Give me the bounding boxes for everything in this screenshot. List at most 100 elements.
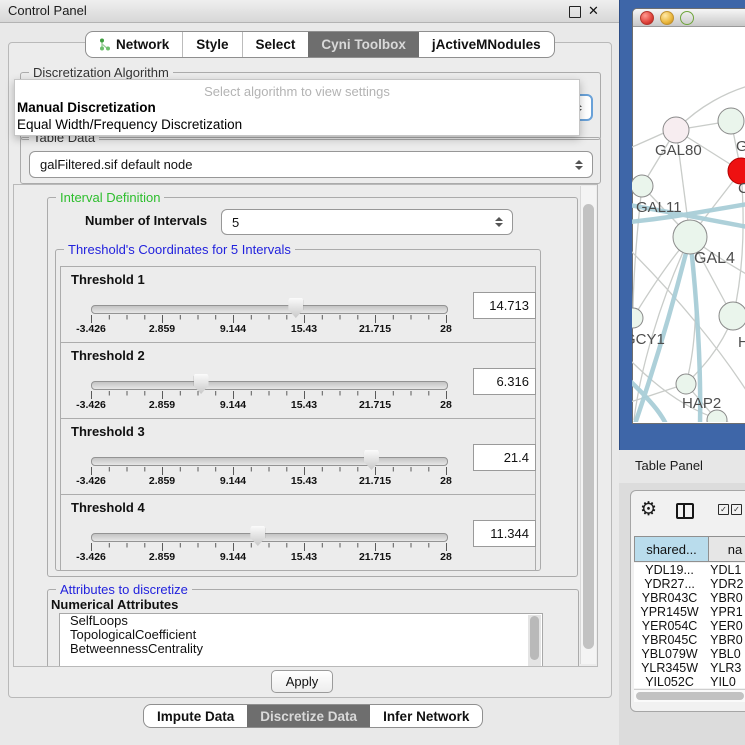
minimize-traffic-light-icon[interactable]	[660, 11, 674, 25]
table-data-group: Table Data galFiltered.sif default node	[20, 137, 601, 184]
tab-impute-data[interactable]: Impute Data	[144, 705, 247, 727]
threshold-value-field[interactable]: 21.4	[473, 444, 536, 471]
column-header-name[interactable]: na	[709, 536, 745, 562]
network-icon	[99, 38, 111, 51]
threshold-label: Threshold 1	[71, 272, 145, 287]
tab-cyni-toolbox[interactable]: Cyni Toolbox	[308, 32, 419, 57]
cell-name: YPR1	[705, 605, 745, 619]
table-row[interactable]: YLR345WYLR3	[634, 661, 745, 675]
slider-track[interactable]	[91, 533, 448, 542]
num-intervals-value: 5	[222, 215, 494, 230]
table-header-row: shared... na	[634, 536, 745, 562]
close-traffic-light-icon[interactable]	[640, 11, 654, 25]
attribute-items: SelfLoopsTopologicalCoefficientBetweenne…	[60, 614, 542, 655]
tick-label: -3.426	[76, 323, 106, 335]
tick-label: 9.144	[220, 551, 246, 563]
tab-discretize-data[interactable]: Discretize Data	[247, 705, 370, 727]
slider-ticks	[91, 391, 448, 400]
threshold-panel-1: Threshold 1-3.4262.8599.14415.4321.71528…	[60, 266, 536, 343]
thresholds-group: Threshold's Coordinates for 5 Intervals …	[55, 249, 541, 571]
slider-ticks	[91, 467, 448, 476]
attribute-item-betweennesscentrality[interactable]: BetweennessCentrality	[60, 642, 542, 656]
attribute-item-topologicalcoefficient[interactable]: TopologicalCoefficient	[60, 628, 542, 642]
cell-shared-name: YDL19...	[634, 563, 705, 577]
dropdown-option-equal-width-frequency-discretization[interactable]: Equal Width/Frequency Discretization	[15, 116, 579, 133]
cell-shared-name: YDR27...	[634, 577, 705, 591]
tab-label: Cyni Toolbox	[321, 37, 406, 52]
table-hscrollbar-thumb[interactable]	[636, 692, 744, 700]
network-node-gcy1[interactable]	[632, 308, 643, 328]
threshold-value-field[interactable]: 14.713	[473, 292, 536, 319]
network-node-gal80[interactable]	[663, 117, 689, 143]
cell-name: YIL0	[705, 675, 745, 688]
tab-style[interactable]: Style	[182, 32, 241, 57]
split-columns-icon[interactable]	[676, 503, 694, 519]
cell-name: YDL1	[705, 563, 745, 577]
table-row[interactable]: YER054CYER0	[634, 619, 745, 633]
tick-label: 15.43	[291, 475, 317, 487]
cell-shared-name: YBR043C	[634, 591, 705, 605]
tab-infer-network[interactable]: Infer Network	[370, 705, 482, 727]
checkbox-icon[interactable]: ✓	[731, 504, 742, 515]
threshold-value-field[interactable]: 6.316	[473, 368, 536, 395]
gear-icon[interactable]: ⚙	[640, 500, 657, 519]
control-panel-titlebar: Control Panel ✕	[0, 0, 619, 23]
apply-button[interactable]: Apply	[271, 670, 333, 693]
table-row[interactable]: YBR045CYBR0	[634, 633, 745, 647]
dropdown-options: Manual DiscretizationEqual Width/Frequen…	[15, 99, 579, 133]
table-data-combobox[interactable]: galFiltered.sif default node	[29, 151, 593, 178]
threshold-value-field[interactable]: 11.344	[473, 520, 536, 547]
dropdown-option-manual-discretization[interactable]: Manual Discretization	[15, 99, 579, 116]
tab-network[interactable]: Network	[86, 32, 182, 57]
window-title: Control Panel	[8, 3, 87, 18]
float-window-icon[interactable]	[569, 6, 581, 18]
checkbox-icon[interactable]: ✓	[718, 504, 729, 515]
network-node[interactable]	[718, 108, 744, 134]
slider-track[interactable]	[91, 305, 448, 314]
table-row[interactable]: YBR043CYBR0	[634, 591, 745, 605]
cell-name: YBL0	[705, 647, 745, 661]
node-label: GAL4	[694, 250, 735, 267]
tick-label: -3.426	[76, 551, 106, 563]
network-node-gal4[interactable]	[673, 220, 707, 254]
table-hscrollbar[interactable]	[634, 689, 745, 702]
table-row[interactable]: YPR145WYPR1	[634, 605, 745, 619]
thresholds-group-title: Threshold's Coordinates for 5 Intervals	[64, 242, 295, 257]
tick-label: 21.715	[359, 475, 391, 487]
node-label: GCY1	[632, 331, 665, 348]
tick-label: 21.715	[359, 551, 391, 563]
threshold-label: Threshold 4	[71, 500, 145, 515]
list-scrollbar[interactable]	[528, 615, 541, 667]
close-icon[interactable]: ✕	[588, 3, 599, 19]
tab-select[interactable]: Select	[242, 32, 309, 57]
settings-scrollbar[interactable]	[580, 186, 596, 664]
column-header-shared[interactable]: shared...	[634, 536, 709, 562]
threshold-label: Threshold 3	[71, 424, 145, 439]
cell-shared-name: YBR045C	[634, 633, 705, 647]
zoom-traffic-light-icon[interactable]	[680, 11, 694, 25]
tick-label: 28	[440, 323, 452, 335]
cell-shared-name: YPR145W	[634, 605, 705, 619]
slider-ticks	[91, 315, 448, 324]
attribute-item-selfloops[interactable]: SelfLoops	[60, 614, 542, 628]
slider-track[interactable]	[91, 381, 448, 390]
threshold-panel-2: Threshold 2-3.4262.8599.14415.4321.71528…	[60, 342, 536, 419]
settings-scrollbar-thumb[interactable]	[583, 204, 594, 649]
tick-label: 2.859	[149, 323, 175, 335]
table-row[interactable]: YDR27...YDR2	[634, 577, 745, 591]
network-node-h[interactable]	[719, 302, 745, 330]
tick-label: 9.144	[220, 399, 246, 411]
network-canvas[interactable]: GAL80GAGAL11GAL4GCY1HHAP2C	[632, 26, 745, 422]
network-node-gal11[interactable]	[632, 175, 653, 197]
dropdown-hint: Select algorithm to view settings	[15, 80, 579, 99]
tick-label: 28	[440, 551, 452, 563]
node-label: GAL11	[636, 199, 682, 216]
num-intervals-combobox[interactable]: 5	[221, 209, 513, 235]
tab-jactivemnodules[interactable]: jActiveMNodules	[419, 32, 554, 57]
table-row[interactable]: YBL079WYBL0	[634, 647, 745, 661]
table-row[interactable]: YIL052CYIL0	[634, 675, 745, 688]
slider-track[interactable]	[91, 457, 448, 466]
tick-label: 2.859	[149, 551, 175, 563]
network-node-hap2[interactable]	[676, 374, 696, 394]
table-row[interactable]: YDL19...YDL1	[634, 563, 745, 577]
